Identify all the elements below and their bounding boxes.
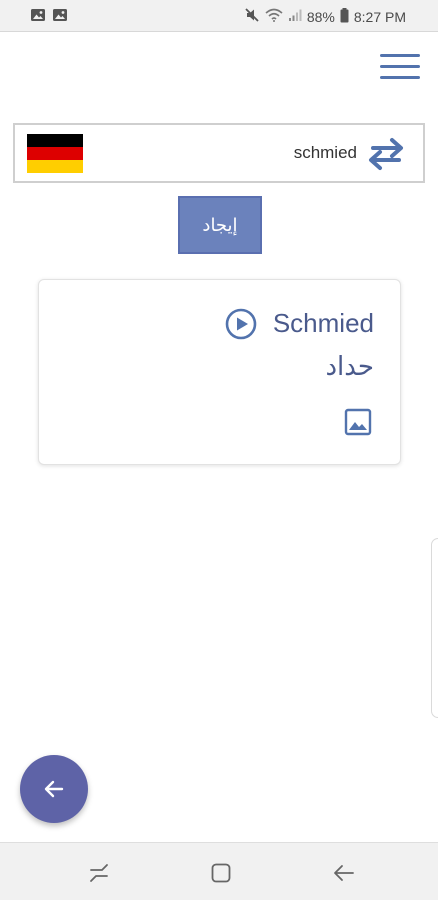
arrow-left-icon (44, 780, 64, 798)
signal-icon (288, 8, 302, 25)
germany-flag-icon[interactable] (27, 134, 83, 173)
result-word: Schmied (272, 308, 374, 338)
find-button[interactable]: إيجاد (178, 196, 262, 254)
mute-icon (244, 7, 260, 26)
status-bar: 88% 8:27 PM (0, 0, 438, 32)
swap-arrows-icon[interactable] (365, 137, 407, 171)
search-input[interactable] (95, 135, 357, 171)
home-icon[interactable] (209, 861, 233, 885)
back-fab-button[interactable] (20, 755, 88, 823)
back-icon[interactable] (332, 861, 356, 885)
navigation-bar (0, 842, 438, 900)
recents-icon[interactable] (87, 861, 111, 885)
wifi-icon (265, 8, 283, 25)
result-translation: حداد (325, 352, 374, 382)
edge-panel-handle[interactable] (431, 538, 438, 718)
notification-icons (30, 8, 68, 25)
battery-percent: 88% (306, 8, 335, 25)
battery-icon (340, 7, 349, 26)
app-screen: 88% 8:27 PM إيجاد (0, 0, 438, 900)
search-bar (13, 123, 425, 183)
image-icon (52, 8, 68, 25)
image-icon (30, 8, 46, 25)
system-icons: 88% 8:27 PM (244, 7, 406, 26)
play-circle-icon[interactable] (224, 307, 258, 341)
result-card: Schmied حداد (38, 279, 401, 465)
hamburger-menu-icon[interactable] (378, 52, 422, 84)
image-icon[interactable] (344, 408, 372, 436)
clock: 8:27 PM (353, 8, 406, 25)
